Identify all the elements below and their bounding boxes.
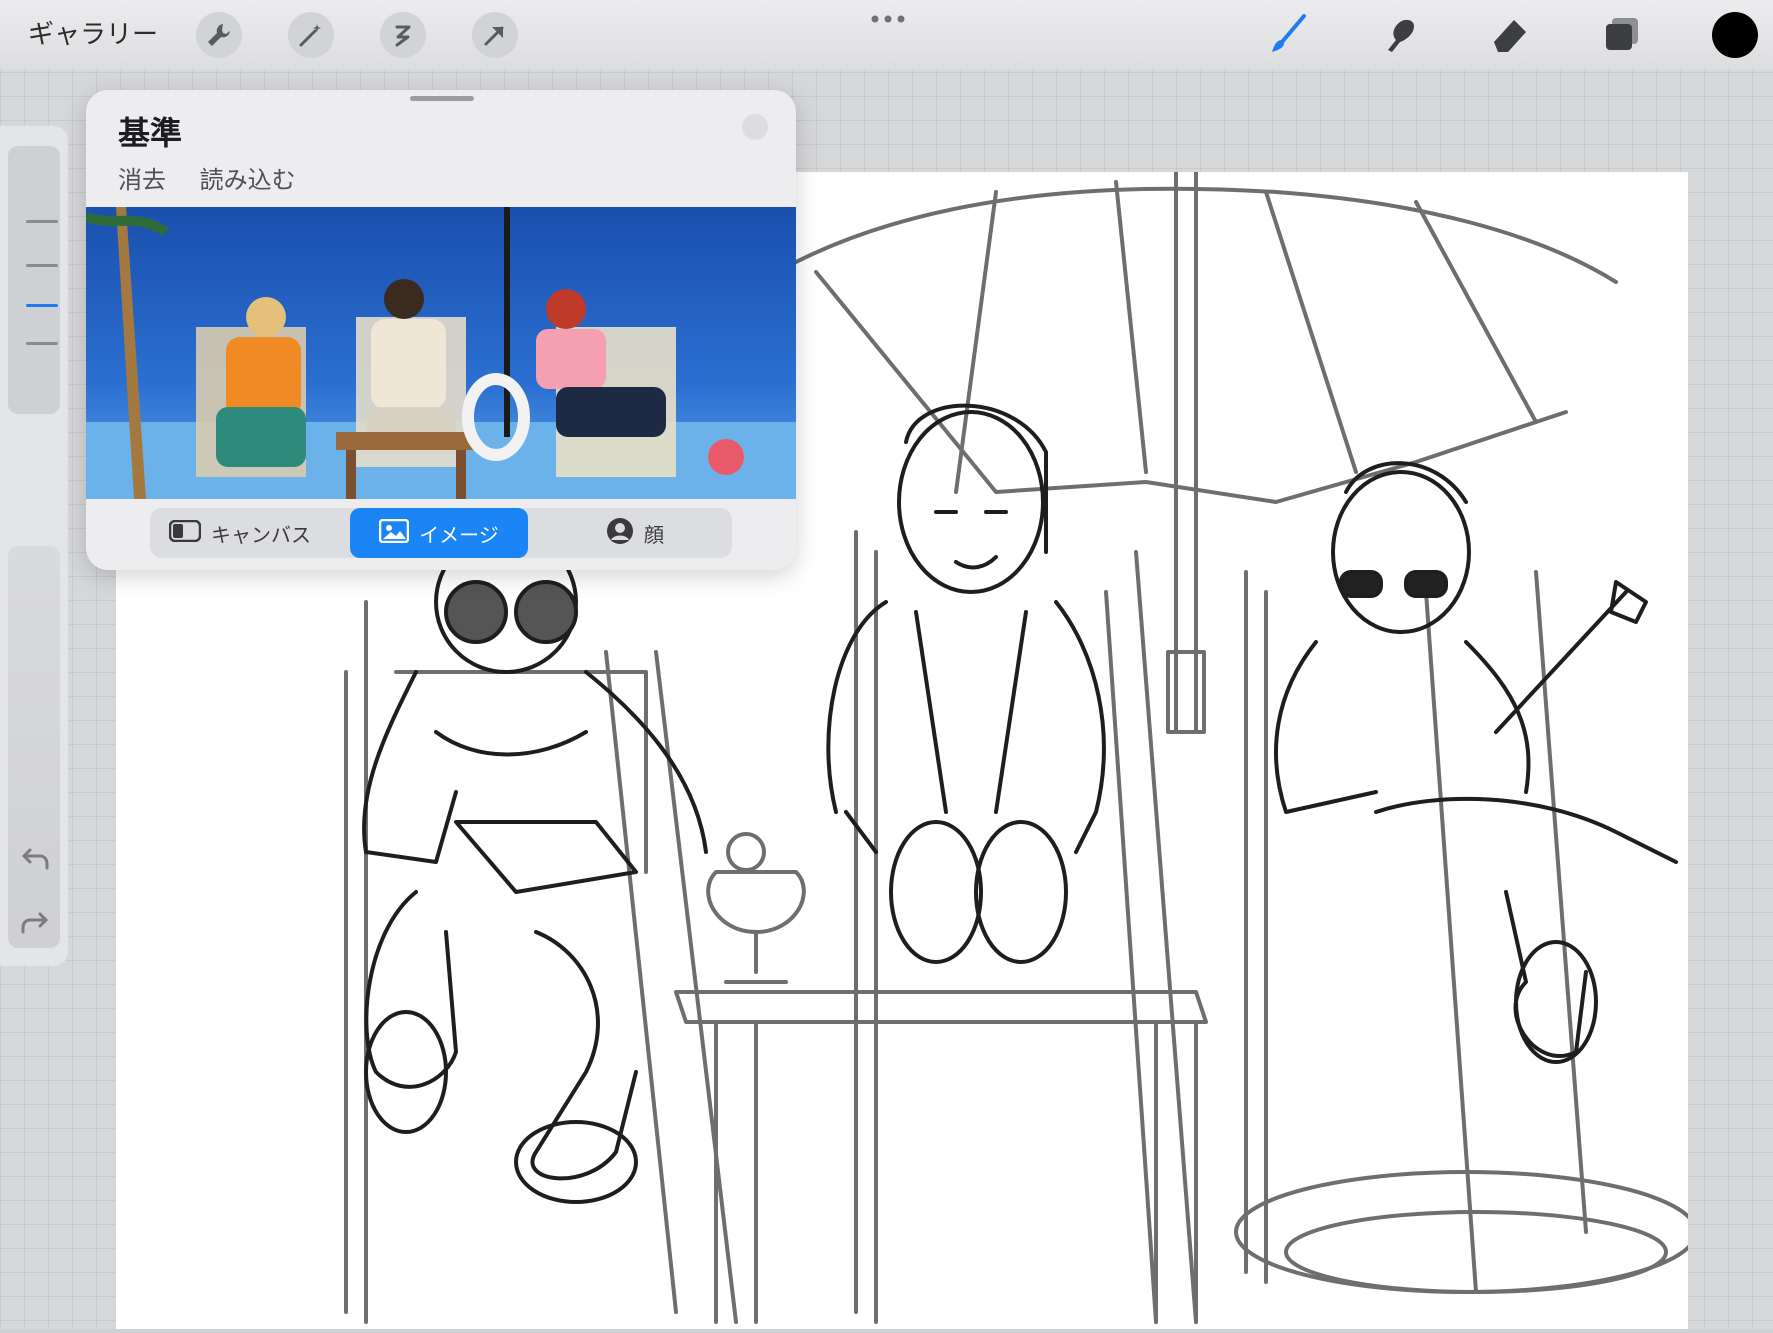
- transform-arrow-icon[interactable]: [472, 12, 518, 58]
- more-dots-icon[interactable]: [870, 10, 906, 29]
- tab-image-label: イメージ: [419, 522, 499, 547]
- top-toolbar: ギャラリー: [0, 0, 1773, 70]
- size-tick-active: [26, 304, 58, 307]
- tab-face-label: 顔: [644, 522, 664, 547]
- reference-mode-tabs: キャンバス イメージ 顔: [150, 508, 732, 558]
- brush-icon[interactable]: [1262, 8, 1314, 60]
- smudge-icon[interactable]: [1372, 8, 1424, 60]
- tab-canvas-label: キャンバス: [211, 522, 311, 547]
- import-button[interactable]: 読み込む: [200, 166, 296, 194]
- gallery-button[interactable]: ギャラリー: [28, 14, 158, 56]
- panel-title: 基準: [118, 114, 183, 152]
- image-icon: [378, 518, 410, 548]
- panel-actions: 消去 読み込む: [118, 160, 322, 195]
- size-tick: [26, 264, 58, 267]
- size-tick: [26, 220, 58, 223]
- reference-image: [86, 207, 796, 499]
- size-tick: [26, 342, 58, 345]
- panel-drag-handle[interactable]: [410, 96, 474, 101]
- left-sidebar: [0, 126, 68, 966]
- wrench-icon[interactable]: [196, 12, 242, 58]
- tab-face[interactable]: 顔: [540, 508, 730, 558]
- tab-canvas[interactable]: キャンバス: [150, 508, 330, 558]
- tab-image[interactable]: イメージ: [350, 508, 528, 558]
- clear-button[interactable]: 消去: [118, 166, 166, 194]
- close-icon[interactable]: [742, 114, 768, 140]
- undo-icon[interactable]: [20, 846, 50, 876]
- selection-icon[interactable]: [380, 12, 426, 58]
- eraser-icon[interactable]: [1484, 8, 1536, 60]
- layers-icon[interactable]: [1596, 8, 1648, 60]
- face-icon: [606, 517, 634, 550]
- redo-icon[interactable]: [20, 910, 50, 940]
- brush-size-slider[interactable]: [8, 146, 60, 414]
- reference-panel: 基準 消去 読み込む キャンバス イメージ 顔: [86, 90, 796, 570]
- canvas-icon: [168, 519, 202, 547]
- magic-wand-icon[interactable]: [288, 12, 334, 58]
- opacity-slider[interactable]: [8, 546, 60, 948]
- color-picker-button[interactable]: [1712, 12, 1758, 58]
